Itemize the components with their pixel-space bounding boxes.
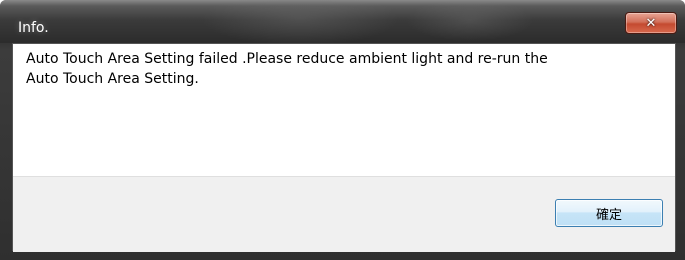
dialog-window: Info. ✕ Auto Touch Area Setting failed .… xyxy=(0,0,685,260)
button-area: 確定 xyxy=(13,176,675,252)
dialog-body: Auto Touch Area Setting failed .Please r… xyxy=(12,43,676,252)
message-text: Auto Touch Area Setting failed .Please r… xyxy=(26,51,548,87)
window-title: Info. xyxy=(18,20,49,36)
close-button[interactable]: ✕ xyxy=(625,12,677,34)
close-icon: ✕ xyxy=(645,15,657,31)
title-bar[interactable]: Info. ✕ xyxy=(0,0,685,43)
ok-button[interactable]: 確定 xyxy=(555,199,663,227)
